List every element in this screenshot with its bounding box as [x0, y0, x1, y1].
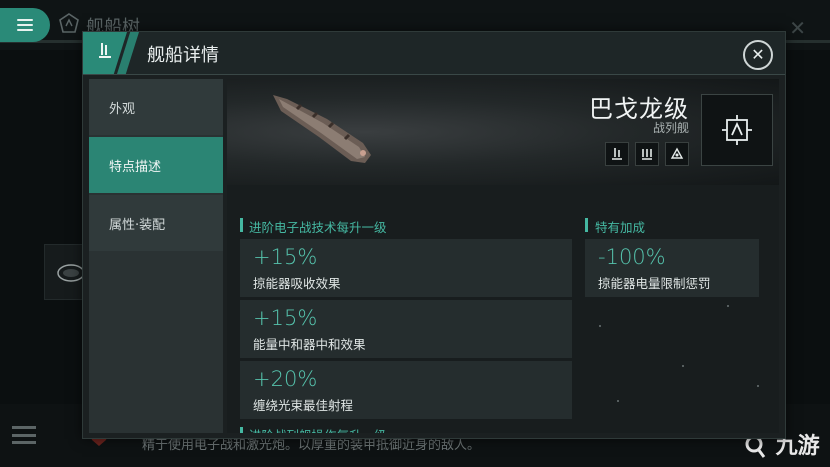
bonus-card: -100% 掠能器电量限制惩罚	[585, 239, 759, 297]
battleship-icon[interactable]	[605, 142, 629, 166]
sidebar-item-attributes[interactable]: 属性·装配	[89, 195, 223, 251]
background-close-icon[interactable]: ✕	[789, 16, 806, 40]
bonus-card: +20% 缠绕光束最佳射程	[240, 361, 572, 419]
ship-render	[273, 95, 371, 163]
modal-title: 舰船详情	[147, 45, 219, 66]
role-icons	[605, 142, 689, 166]
section-title-special: 特有加成	[595, 220, 646, 235]
sidebar-item-label: 属性·装配	[109, 217, 166, 233]
battleship-icon	[95, 41, 115, 65]
bonus-value: +15%	[253, 306, 318, 330]
bonus-description: 掠能器吸收效果	[253, 276, 341, 291]
bonus-description: 缠绕光束最佳射程	[253, 398, 354, 413]
ship-detail-modal: 舰船详情 ✕ 外观 特点描述 属性·装配 巴戈龙级 战列舰 进阶电子战技术每升一…	[82, 31, 786, 439]
hamburger-icon	[17, 19, 33, 31]
ship-class: 战列舰	[652, 121, 689, 135]
section-title-skill: 进阶电子战技术每升一级	[249, 220, 387, 235]
bonus-value: +20%	[253, 367, 318, 391]
weapon-icon[interactable]	[635, 142, 659, 166]
bonus-description: 能量中和器中和效果	[253, 337, 366, 352]
sidebar-item-label: 外观	[109, 101, 136, 117]
close-button[interactable]: ✕	[743, 40, 773, 70]
bonus-card: +15% 掠能器吸收效果	[240, 239, 572, 297]
bonus-value: +15%	[253, 245, 318, 269]
close-icon: ✕	[751, 45, 765, 64]
list-icon[interactable]	[12, 426, 36, 444]
ship-hero-banner: 巴戈龙级 战列舰	[227, 79, 779, 185]
bonus-description: 掠能器电量限制惩罚	[598, 276, 711, 291]
bonus-value: -100%	[598, 245, 666, 269]
faction-emblem-icon[interactable]	[701, 94, 773, 166]
electronic-warfare-icon[interactable]	[665, 142, 689, 166]
content-panel: 巴戈龙级 战列舰 进阶电子战技术每升一级 +15% 掠能器吸收效果 +15% 能…	[227, 79, 779, 433]
bonus-card: +15% 能量中和器中和效果	[240, 300, 572, 358]
sidebar-item-features[interactable]: 特点描述	[89, 137, 223, 193]
main-menu-button[interactable]	[0, 8, 50, 42]
section-marker	[240, 427, 243, 433]
modal-header: 舰船详情 ✕	[83, 32, 785, 75]
section-marker	[585, 218, 588, 232]
sidebar: 外观 特点描述 属性·装配	[89, 79, 223, 433]
sidebar-item-appearance[interactable]: 外观	[89, 79, 223, 135]
section-marker	[240, 218, 243, 232]
section-title-battleship: 进阶战列舰操作每升一级	[249, 425, 387, 433]
faction-badge-icon	[58, 12, 80, 39]
background-ship-thumbnail[interactable]	[44, 244, 86, 300]
sidebar-item-label: 特点描述	[109, 159, 162, 175]
